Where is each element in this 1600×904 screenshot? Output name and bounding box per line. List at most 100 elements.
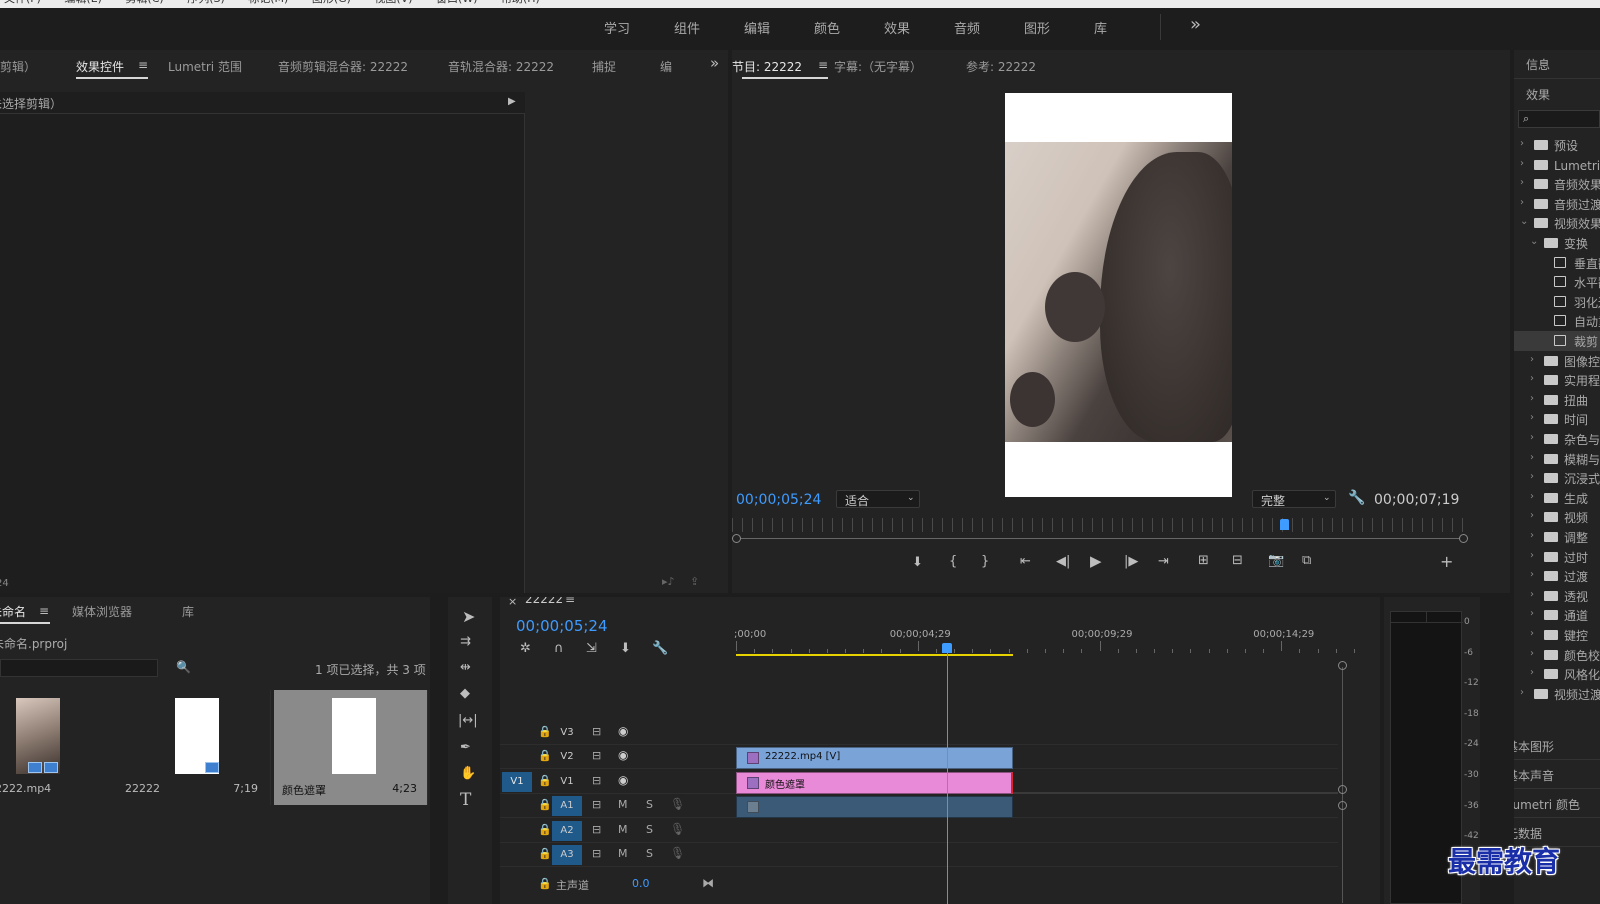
chevron-right-icon[interactable]: ›	[1530, 550, 1534, 561]
source-panel-tab[interactable]: 音频剪辑混合器: 22222	[278, 58, 408, 75]
workspace-tab[interactable]: 组件	[674, 18, 700, 37]
extract-icon[interactable]: ⊟	[1232, 554, 1243, 567]
program-current-time[interactable]: 00;00;05;24	[736, 492, 821, 508]
snap-icon[interactable]: ∩	[554, 642, 564, 655]
chevron-right-icon[interactable]: ›	[1530, 628, 1534, 639]
zoom-scrollbar[interactable]	[732, 534, 1468, 544]
workspace-more-button[interactable]: »	[1190, 14, 1201, 35]
source-panel-tab[interactable]: 编	[660, 58, 672, 75]
source-patch-v1[interactable]: V1	[502, 771, 532, 792]
chevron-down-icon[interactable]: ⌄	[1530, 236, 1538, 247]
panel-menu-icon[interactable]: ≡	[138, 59, 148, 71]
chevron-right-icon[interactable]: ›	[1530, 667, 1534, 678]
program-menu-icon[interactable]: ≡	[818, 59, 828, 71]
chevron-right-icon[interactable]: ›	[1530, 569, 1534, 580]
sync-lock-icon[interactable]: ⊟	[592, 774, 601, 787]
chevron-right-icon[interactable]: ›	[1530, 491, 1534, 502]
panel-overflow-icon[interactable]: »	[710, 56, 719, 71]
camera-icon[interactable]: 📷	[1268, 554, 1284, 567]
hand-tool-icon[interactable]: ✋	[460, 767, 476, 780]
solo-button[interactable]: S	[646, 798, 653, 811]
timeline-clip[interactable]: 22222.mp4 [V]	[736, 747, 1014, 770]
chevron-right-icon[interactable]: ›	[1530, 608, 1534, 619]
effects-tree-item[interactable]: › 通道	[1514, 605, 1600, 625]
track-select-tool-icon[interactable]: ⇉	[460, 635, 471, 648]
effects-tree-item[interactable]: 羽化边缘	[1514, 292, 1600, 312]
chevron-down-icon[interactable]: ⌄	[1520, 216, 1528, 227]
eye-icon[interactable]: ◉	[618, 748, 628, 762]
add-button-icon[interactable]: +	[1440, 554, 1453, 570]
effects-tree-item[interactable]: › 沉浸式视频	[1514, 468, 1600, 488]
microphone-icon[interactable]: 🎙	[670, 846, 685, 860]
lock-icon[interactable]: 🔒	[538, 847, 552, 860]
pen-tool-icon[interactable]: ✒	[460, 741, 471, 754]
effects-tree-item[interactable]: › 视频	[1514, 507, 1600, 527]
project-panel-tab[interactable]: 媒体浏览器	[72, 603, 132, 620]
scroll-handle-left[interactable]	[732, 534, 741, 543]
effects-tree-item[interactable]: 垂直翻转	[1514, 253, 1600, 273]
effects-tree-item[interactable]: › 过时	[1514, 547, 1600, 567]
source-panel-tab[interactable]: 效果控件	[76, 58, 124, 75]
program-panel-tab[interactable]: 字幕:（无字幕）	[834, 58, 922, 75]
chevron-right-icon[interactable]: ›	[1530, 354, 1534, 365]
step-back-icon[interactable]: ◀|	[1056, 555, 1070, 568]
microphone-icon[interactable]: 🎙	[670, 797, 685, 811]
workspace-tab[interactable]: 颜色	[814, 18, 840, 37]
vscroll-handle-top[interactable]	[1338, 661, 1347, 670]
razor-tool-icon[interactable]: ◆	[460, 687, 470, 700]
vscroll-handle-mid[interactable]	[1338, 785, 1347, 794]
effects-tree-item[interactable]: › 图像控制	[1514, 351, 1600, 371]
chevron-right-icon[interactable]: ›	[1530, 510, 1534, 521]
mark-in-icon[interactable]: {	[949, 555, 957, 568]
linked-selection-icon[interactable]: ⇲	[586, 642, 597, 655]
mute-button[interactable]: M	[618, 823, 628, 836]
effects-tree-item[interactable]: › 透视	[1514, 586, 1600, 606]
track-label[interactable]: V1	[552, 772, 582, 792]
video-frame[interactable]	[1005, 93, 1232, 497]
workspace-tab[interactable]: 编辑	[744, 18, 770, 37]
chevron-right-icon[interactable]: ›	[1530, 412, 1534, 423]
sequence-tab[interactable]: 22222	[525, 597, 563, 606]
lift-icon[interactable]: ⊞	[1198, 554, 1209, 567]
expand-right-icon[interactable]: ▶	[508, 97, 516, 107]
chevron-right-icon[interactable]: ›	[1530, 373, 1534, 384]
effects-tree-item[interactable]: › 视频过渡	[1514, 684, 1600, 704]
workspace-tab[interactable]: 音频	[954, 18, 980, 37]
mark-out-icon[interactable]: }	[981, 555, 989, 568]
sync-lock-icon[interactable]: ⊟	[592, 823, 601, 836]
timeline-playhead-line[interactable]	[946, 645, 948, 904]
eye-icon[interactable]: ◉	[618, 724, 628, 738]
zoom-select[interactable]: 适合 ⌄	[836, 490, 920, 508]
effects-tree-item[interactable]: 裁剪	[1514, 331, 1600, 351]
chevron-right-icon[interactable]: ›	[1530, 648, 1534, 659]
effects-tree-item[interactable]: › 预设	[1514, 135, 1600, 155]
lock-icon[interactable]: 🔒	[538, 823, 552, 836]
program-panel-tab[interactable]: 参考: 22222	[966, 58, 1036, 75]
effects-tree-item[interactable]: › 风格化	[1514, 664, 1600, 684]
lock-icon[interactable]: 🔒	[538, 877, 552, 890]
track-label[interactable]: V2	[552, 747, 582, 767]
effects-tree-item[interactable]: › 音频过渡	[1514, 194, 1600, 214]
track-label[interactable]: A3	[552, 845, 582, 865]
chevron-right-icon[interactable]: ›	[1520, 177, 1524, 188]
source-panel-tab[interactable]: 无剪辑）	[0, 58, 36, 75]
mute-button[interactable]: M	[618, 798, 628, 811]
sequence-menu-icon[interactable]: ≡	[565, 597, 575, 605]
lock-icon[interactable]: 🔒	[538, 749, 552, 762]
ripple-edit-tool-icon[interactable]: ⇹	[460, 661, 471, 674]
timeline-current-time[interactable]: 00;00;05;24	[516, 617, 608, 635]
go-to-out-icon[interactable]: ⇥	[1158, 555, 1169, 568]
play-icon[interactable]: ▶	[1090, 554, 1102, 569]
project-panel-tab[interactable]: 库	[182, 603, 194, 620]
effects-tree-item[interactable]: 水平翻转	[1514, 272, 1600, 292]
project-search-input[interactable]	[0, 659, 158, 677]
track-label[interactable]: A2	[552, 820, 582, 841]
chevron-right-icon[interactable]: ›	[1520, 158, 1524, 169]
compare-icon[interactable]: ⧉	[1302, 554, 1311, 567]
chevron-right-icon[interactable]: ›	[1530, 530, 1534, 541]
effects-tab[interactable]: 效果	[1526, 86, 1550, 103]
chevron-right-icon[interactable]: ›	[1520, 687, 1524, 698]
track-label[interactable]: V3	[552, 723, 582, 743]
effects-tree-item[interactable]: › 模糊与锐化	[1514, 449, 1600, 469]
lock-icon[interactable]: 🔒	[538, 774, 552, 787]
